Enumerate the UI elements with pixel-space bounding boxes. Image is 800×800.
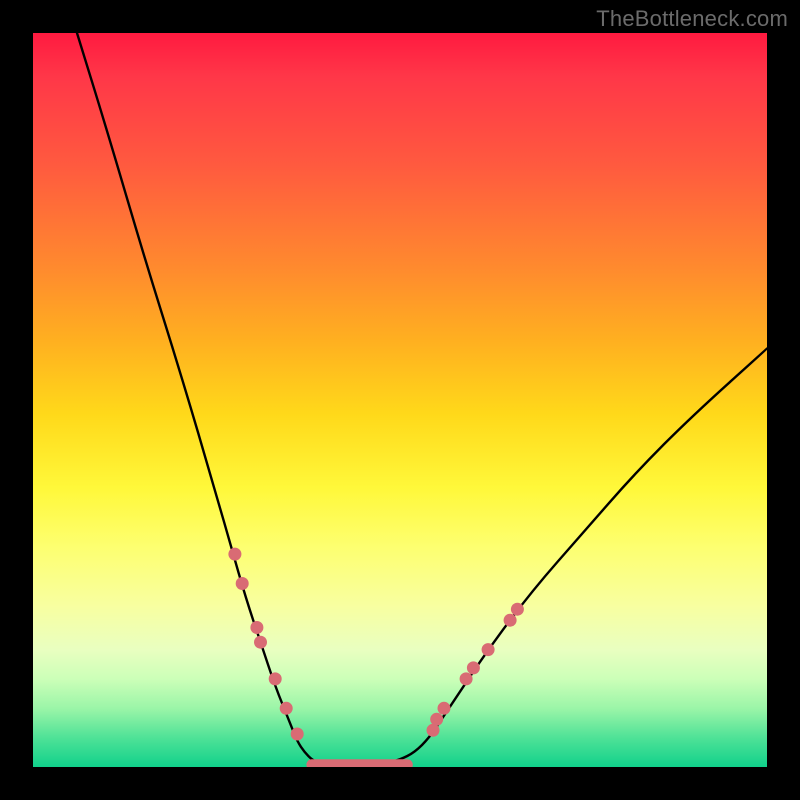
curve-marker xyxy=(269,672,282,685)
curve-marker xyxy=(430,713,443,726)
curve-marker xyxy=(254,636,267,649)
marker-group xyxy=(228,548,524,741)
curve-marker xyxy=(236,577,249,590)
curve-marker xyxy=(504,614,517,627)
curve-marker xyxy=(511,603,524,616)
curve-marker xyxy=(291,728,304,741)
curve-marker xyxy=(228,548,241,561)
curve-marker xyxy=(467,661,480,674)
bottleneck-curve xyxy=(77,33,767,765)
watermark-text: TheBottleneck.com xyxy=(596,6,788,32)
curve-marker xyxy=(427,724,440,737)
curve-marker xyxy=(460,672,473,685)
chart-frame: TheBottleneck.com xyxy=(0,0,800,800)
curve-marker xyxy=(438,702,451,715)
curve-marker xyxy=(250,621,263,634)
curve-marker xyxy=(482,643,495,656)
curve-marker xyxy=(280,702,293,715)
plot-area xyxy=(33,33,767,767)
curve-svg xyxy=(33,33,767,767)
